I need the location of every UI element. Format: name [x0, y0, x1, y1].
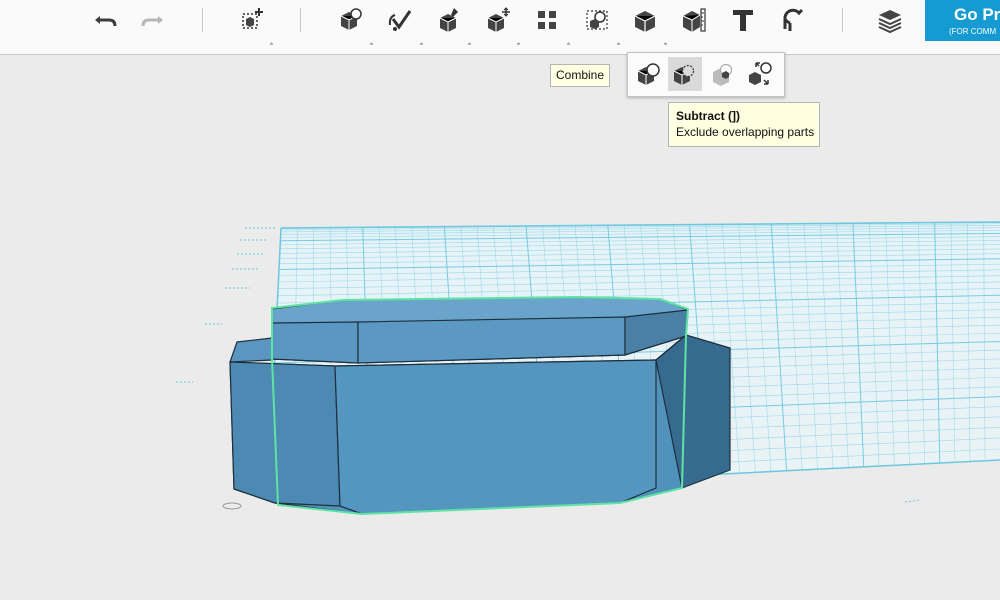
go-pro-subtitle: (FOR COMM — [949, 27, 997, 36]
transform-icon — [340, 8, 362, 30]
pattern-dropdown-indicator[interactable] — [566, 42, 571, 47]
redo-arrow-icon — [141, 16, 163, 27]
go-pro-button[interactable]: Go Pr (FOR COMM — [925, 0, 1000, 41]
construct-dropdown-indicator[interactable] — [467, 42, 472, 47]
combine-dropdown-indicator[interactable] — [663, 42, 668, 47]
group-button[interactable] — [580, 3, 614, 37]
redo-button[interactable] — [136, 3, 170, 37]
combine-button[interactable] — [628, 3, 662, 37]
measure-icon — [682, 8, 706, 32]
construct-icon — [439, 8, 458, 32]
material-icon — [878, 10, 902, 34]
snap-button[interactable] — [776, 3, 810, 37]
subtract-tooltip: Subtract (]) Exclude overlapping parts — [668, 102, 820, 147]
toolbar-separator — [842, 8, 843, 32]
add-shape-button[interactable] — [235, 3, 269, 37]
snap-icon — [783, 8, 804, 31]
sketch-icon — [388, 10, 412, 31]
modify-dropdown-indicator[interactable] — [516, 42, 521, 47]
intersect-button[interactable] — [706, 57, 740, 91]
combine-tooltip-label: Combine — [556, 68, 605, 82]
toolbar-separator — [202, 8, 203, 32]
pattern-icon — [538, 11, 556, 29]
toolbar-separator — [300, 8, 301, 32]
separate-button[interactable] — [743, 57, 777, 91]
group-dropdown-indicator[interactable] — [616, 42, 621, 47]
workplane-scene — [176, 221, 1000, 516]
intersect-icon — [713, 63, 733, 86]
main-toolbar: Go Pr (FOR COMM — [0, 0, 1000, 55]
undo-arrow-icon — [95, 16, 117, 27]
transform-dropdown-indicator[interactable] — [369, 42, 374, 47]
combine-tooltip: Combine — [550, 64, 611, 87]
add-shape-dropdown-indicator[interactable] — [269, 42, 274, 47]
origin-marker — [222, 502, 242, 510]
material-button[interactable] — [873, 3, 907, 37]
combine-popup-menu — [627, 52, 785, 97]
octagon-solid-upper[interactable] — [271, 296, 689, 364]
add-shape-icon — [242, 8, 263, 29]
merge-icon — [637, 63, 660, 85]
transform-button[interactable] — [333, 3, 367, 37]
modify-button[interactable] — [481, 3, 515, 37]
go-pro-title: Go Pr — [954, 5, 1000, 24]
text-icon — [733, 10, 753, 31]
sketch-dropdown-indicator[interactable] — [419, 42, 424, 47]
construct-button[interactable] — [432, 3, 466, 37]
separate-icon — [749, 62, 772, 85]
pattern-button[interactable] — [530, 3, 564, 37]
measure-button[interactable] — [677, 3, 711, 37]
text-button[interactable] — [726, 3, 760, 37]
merge-button[interactable] — [632, 57, 666, 91]
undo-button[interactable] — [88, 3, 122, 37]
subtract-button[interactable] — [668, 57, 702, 91]
subtract-tooltip-title: Subtract (]) — [676, 109, 740, 123]
subtract-icon — [673, 64, 695, 85]
sketch-button[interactable] — [383, 3, 417, 37]
modify-icon — [487, 7, 510, 32]
subtract-tooltip-description: Exclude overlapping parts — [676, 125, 815, 139]
3d-viewport[interactable] — [0, 55, 1000, 600]
group-icon — [586, 10, 608, 30]
combine-icon — [634, 11, 656, 32]
